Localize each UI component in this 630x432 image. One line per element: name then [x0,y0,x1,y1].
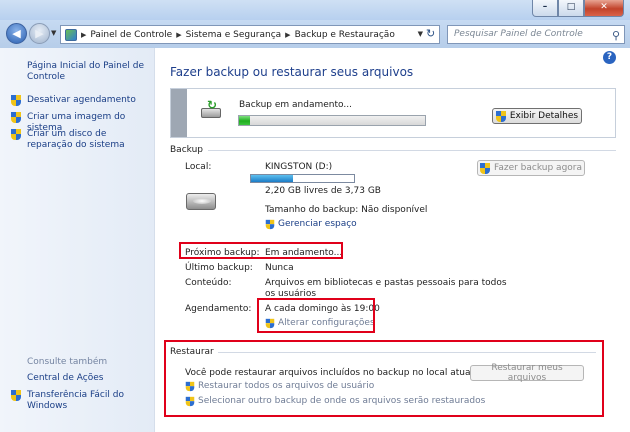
uac-shield-icon [11,112,21,123]
search-placeholder: Pesquisar Painel de Controle [454,29,583,39]
backup-divider [208,150,616,151]
minimize-button[interactable]: – [532,0,558,17]
sidebar-item-action-center[interactable]: Central de Ações [27,373,147,384]
restore-all-users-label: Restaurar todos os arquivos de usuário [198,381,375,391]
view-details-label: Exibir Detalhes [509,111,579,121]
backup-progress-panel: ↻ Backup em andamento... Exibir Detalhes [170,88,616,138]
restore-all-users-link[interactable]: Restaurar todos os arquivos de usuário [185,381,375,392]
page-title: Fazer backup ou restaurar seus arquivos [170,65,414,79]
chevron-right-icon[interactable]: ▶ [81,31,86,39]
maximize-button[interactable]: □ [558,0,584,17]
sidebar-item-easy-transfer[interactable]: Transferência Fácil do Windows [11,390,151,412]
search-input[interactable]: Pesquisar Painel de Controle ⚲ [447,25,625,44]
drive-name: KINGSTON (D:) [265,162,333,172]
select-other-backup-label: Selecionar outro backup de onde os arqui… [198,396,486,406]
select-other-backup-link[interactable]: Selecionar outro backup de onde os arqui… [185,396,486,407]
control-panel-icon [65,28,77,41]
help-icon[interactable]: ? [603,51,616,64]
backup-in-progress-icon: ↻ [201,99,223,119]
backup-now-label: Fazer backup agora [493,163,583,173]
backup-size-text: Tamanho do backup: Não disponível [265,205,428,215]
chevron-right-icon[interactable]: ▶ [176,31,181,39]
title-bar: – □ ✕ [0,0,630,20]
breadcrumb-control-panel[interactable]: Painel de Controle [90,30,172,40]
address-dropdown-icon[interactable]: ▼ [418,30,423,38]
uac-shield-icon [11,129,21,140]
chevron-right-icon[interactable]: ▶ [285,31,290,39]
external-drive-icon [186,193,216,210]
highlight-next-backup [179,242,343,259]
restore-divider [218,352,596,353]
uac-shield-icon [11,390,21,401]
content-value-line-1: Arquivos em bibliotecas e pastas pessoai… [265,278,507,288]
address-row: ◀ ▶ ▼ ▶ Painel de Controle ▶ Sistema e S… [0,20,630,48]
sidebar-item-label: Desativar agendamento [27,95,136,105]
view-details-button[interactable]: Exibir Detalhes [492,108,582,124]
see-also-heading: Consulte também [27,357,108,367]
highlight-schedule [257,298,375,333]
uac-shield-icon [185,396,195,407]
left-pane: Página Inicial do Painel de Controle Des… [0,48,155,432]
sidebar-item-repair-disc[interactable]: Criar um disco de reparação do sistema [11,129,153,151]
last-backup-value: Nunca [265,263,294,273]
sidebar-item-disable-schedule[interactable]: Desativar agendamento [11,95,151,106]
back-button[interactable]: ◀ [6,23,27,44]
sidebar-home-link[interactable]: Página Inicial do Painel de Controle [27,61,145,83]
manage-space-link[interactable]: Gerenciar espaço [265,219,357,230]
history-dropdown-icon[interactable]: ▼ [51,29,56,37]
uac-shield-icon [495,110,506,122]
local-label: Local: [185,162,212,172]
forward-button[interactable]: ▶ [29,23,50,44]
drive-usage-fill [251,175,294,182]
main-content: ? Fazer backup ou restaurar seus arquivo… [156,48,630,432]
sidebar-item-label: Transferência Fácil do Windows [27,390,124,411]
breadcrumb-system-security[interactable]: Sistema e Segurança [186,30,282,40]
address-bar[interactable]: ▶ Painel de Controle ▶ Sistema e Seguran… [60,25,440,44]
schedule-label: Agendamento: [185,304,252,314]
manage-space-label: Gerenciar espaço [278,219,357,229]
breadcrumb-backup-restore[interactable]: Backup e Restauração [295,30,395,40]
uac-shield-icon [479,162,490,174]
progress-label: Backup em andamento... [239,100,352,110]
last-backup-label: Último backup: [185,263,253,273]
backup-now-button[interactable]: Fazer backup agora [477,160,585,176]
drive-usage-bar [250,174,355,183]
restore-my-files-button[interactable]: Restaurar meus arquivos [470,363,584,383]
backup-progress-bar [238,115,426,126]
uac-shield-icon [265,219,275,230]
uac-shield-icon [11,95,21,106]
refresh-icon[interactable]: ↻ [426,27,435,40]
content-label: Conteúdo: [185,278,232,288]
restore-section-label: Restaurar [170,347,214,357]
window-controls: – □ ✕ [532,0,624,17]
free-space-text: 2,20 GB livres de 3,73 GB [265,186,381,196]
close-button[interactable]: ✕ [584,0,624,17]
search-icon[interactable]: ⚲ [612,27,620,44]
progress-fill [239,116,251,125]
uac-shield-icon [185,381,195,392]
sidebar-item-label: Criar um disco de reparação do sistema [27,129,125,150]
backup-section-label: Backup [170,145,203,155]
restore-description: Você pode restaurar arquivos incluídos n… [185,368,476,378]
